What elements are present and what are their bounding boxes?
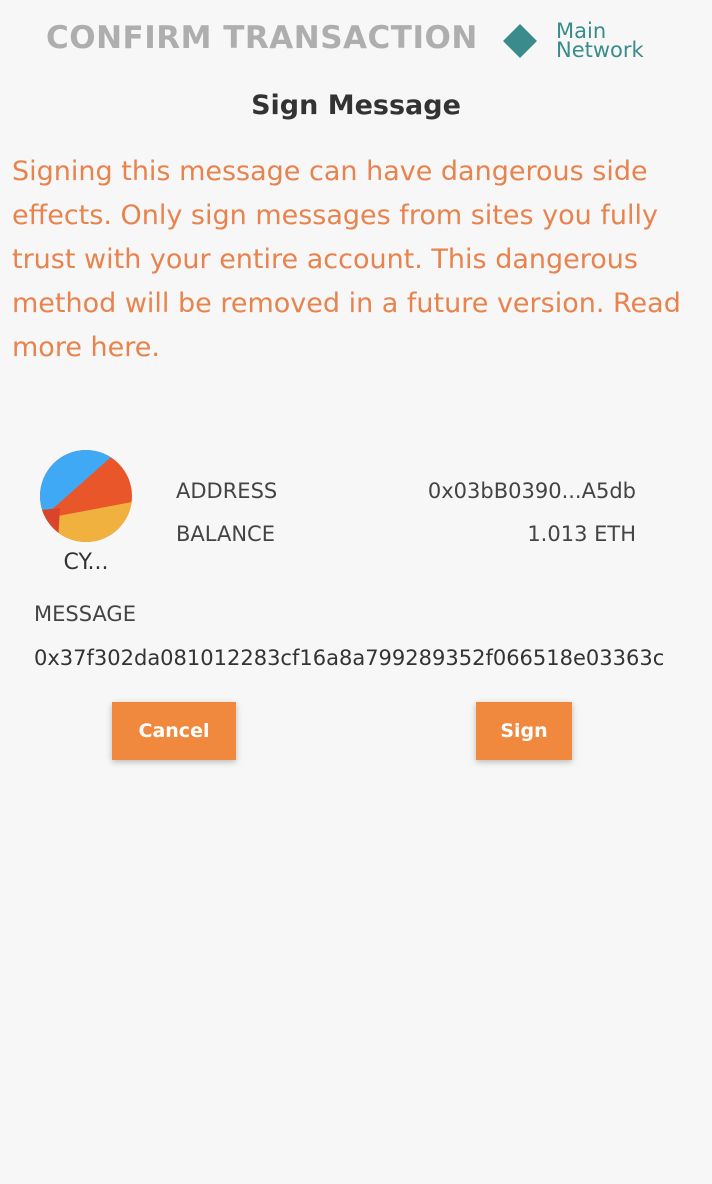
- sign-button[interactable]: Sign: [476, 702, 572, 760]
- page-header-title: CONFIRM TRANSACTION: [46, 20, 478, 56]
- network-label: Main Network: [556, 19, 644, 62]
- balance-value: 1.013 ETH: [527, 522, 636, 546]
- network-diamond-icon: [503, 24, 537, 58]
- cancel-button[interactable]: Cancel: [112, 702, 236, 760]
- balance-label: BALANCE: [176, 522, 275, 546]
- danger-warning-text: Signing this message can have dangerous …: [12, 156, 681, 363]
- account-avatar: [40, 450, 132, 542]
- confirm-transaction-screen: CONFIRM TRANSACTION Main Network Sign Me…: [0, 0, 712, 1184]
- account-name: CY...: [63, 550, 109, 575]
- message-value: 0x37f302da081012283cf16a8a799289352f0665…: [34, 646, 665, 670]
- network-indicator[interactable]: Main Network: [502, 19, 666, 62]
- sign-message-title: Sign Message: [251, 90, 461, 121]
- address-value: 0x03bB0390...A5db: [427, 479, 636, 503]
- message-label: MESSAGE: [34, 602, 136, 626]
- address-label: ADDRESS: [176, 479, 278, 503]
